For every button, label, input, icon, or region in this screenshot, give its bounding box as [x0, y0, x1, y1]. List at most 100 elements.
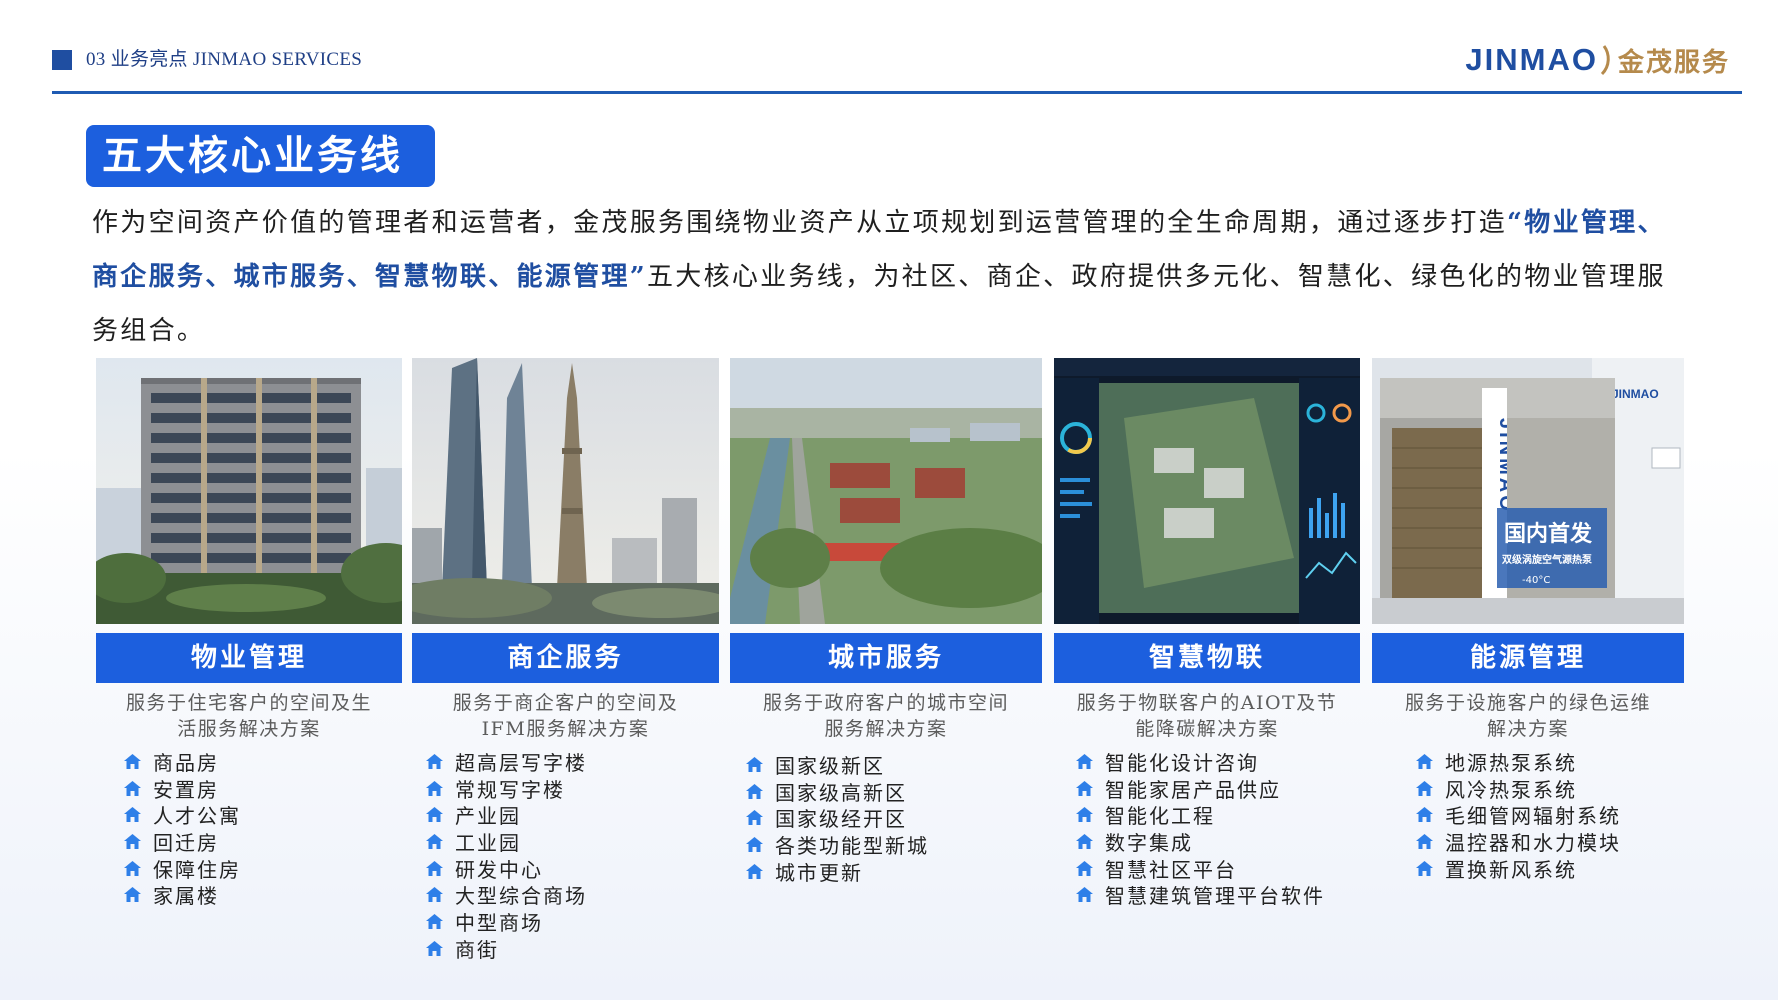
house-icon [426, 887, 443, 903]
desc-line: 服务于商企客户的空间及 [452, 692, 679, 714]
list-item: 城市更新 [746, 858, 929, 885]
list-item-label: 工业园 [455, 830, 521, 855]
house-icon [426, 753, 443, 769]
list-item: 置换新风系统 [1416, 855, 1621, 882]
list-item-label: 保障住房 [153, 857, 241, 882]
list-item: 地源热泵系统 [1416, 748, 1621, 775]
list-item: 商街 [426, 935, 587, 962]
list-item-label: 商街 [455, 937, 499, 962]
house-icon [746, 756, 763, 772]
card-list-iot: 智能化设计咨询 智能家居产品供应 智能化工程 数字集成 智慧社区平台 智慧建筑管… [1076, 748, 1325, 908]
house-icon [124, 860, 141, 876]
list-item-label: 人才公寓 [153, 804, 241, 829]
skyscraper-photo [412, 358, 719, 624]
list-item: 大型综合商场 [426, 881, 587, 908]
list-item-label: 毛细管网辐射系统 [1445, 804, 1621, 829]
photo-temp: -40°C [1522, 575, 1550, 586]
list-item-label: 超高层写字楼 [455, 750, 587, 775]
list-item: 智能家居产品供应 [1076, 775, 1325, 802]
list-item: 温控器和水力模块 [1416, 828, 1621, 855]
smart-dashboard-photo [1054, 358, 1360, 624]
list-item-label: 常规写字楼 [455, 777, 565, 802]
list-item-label: 风冷热泵系统 [1445, 777, 1577, 802]
card-title-commercial: 商企服务 [412, 633, 719, 683]
list-item-label: 国家级新区 [775, 753, 885, 778]
list-item-label: 商品房 [153, 750, 219, 775]
house-icon [746, 810, 763, 826]
house-icon [1076, 860, 1093, 876]
list-item: 安置房 [124, 775, 241, 802]
list-item: 常规写字楼 [426, 775, 587, 802]
list-item: 数字集成 [1076, 828, 1325, 855]
intro-paragraph: 作为空间资产价值的管理者和运营者，金茂服务围绕物业资产从立项规划到运营管理的全生… [92, 196, 1682, 358]
list-item: 家属楼 [124, 881, 241, 908]
header-square-marker [52, 50, 72, 70]
card-title-city: 城市服务 [730, 633, 1042, 683]
card-list-property: 商品房 安置房 人才公寓 回迁房 保障住房 家属楼 [124, 748, 241, 908]
desc-line: 服务于政府客户的城市空间 [762, 692, 1009, 714]
list-item-label: 国家级经开区 [775, 807, 907, 832]
house-icon [746, 863, 763, 879]
page-header: 03 业务亮点 JINMAO SERVICES JINMAO 金茂服务 [52, 42, 1742, 94]
list-item-label: 回迁房 [153, 830, 219, 855]
card-list-energy: 地源热泵系统 风冷热泵系统 毛细管网辐射系统 温控器和水力模块 置换新风系统 [1416, 748, 1621, 882]
house-icon [1416, 753, 1433, 769]
house-icon [1416, 860, 1433, 876]
house-icon [426, 833, 443, 849]
list-item-label: 大型综合商场 [455, 884, 587, 909]
header-divider [52, 91, 1742, 94]
card-desc-energy: 服务于设施客户的绿色运维 解决方案 [1372, 690, 1684, 742]
house-icon [124, 753, 141, 769]
house-icon [124, 780, 141, 796]
list-item-label: 置换新风系统 [1445, 857, 1577, 882]
desc-line: 服务于物联客户的AIOT及节 [1076, 692, 1338, 714]
card-desc-city: 服务于政府客户的城市空间 服务解决方案 [730, 690, 1042, 742]
list-item-label: 各类功能型新城 [775, 833, 929, 858]
logo-text-cn: 金茂服务 [1617, 47, 1730, 78]
house-icon [746, 836, 763, 852]
list-item: 产业园 [426, 801, 587, 828]
house-icon [124, 807, 141, 823]
list-item: 工业园 [426, 828, 587, 855]
list-item: 毛细管网辐射系统 [1416, 801, 1621, 828]
logo-text-en: JINMAO [1465, 42, 1598, 77]
card-desc-iot: 服务于物联客户的AIOT及节 能降碳解决方案 [1054, 690, 1360, 742]
desc-line: 服务于住宅客户的空间及生 [125, 692, 372, 714]
logo-swoosh-icon [1600, 45, 1610, 76]
section-label: 03 业务亮点 JINMAO SERVICES [86, 49, 363, 70]
desc-line: 能降碳解决方案 [1135, 718, 1279, 740]
list-item: 智慧社区平台 [1076, 855, 1325, 882]
house-icon [426, 780, 443, 796]
list-item-label: 国家级高新区 [775, 780, 907, 805]
list-item: 风冷热泵系统 [1416, 775, 1621, 802]
desc-line: 服务解决方案 [824, 718, 948, 740]
city-aerial-photo [730, 358, 1042, 624]
list-item-label: 安置房 [153, 777, 219, 802]
list-item: 回迁房 [124, 828, 241, 855]
card-title-iot: 智慧物联 [1054, 633, 1360, 683]
list-item: 智能化工程 [1076, 801, 1325, 828]
house-icon [426, 940, 443, 956]
list-item: 智慧建筑管理平台软件 [1076, 881, 1325, 908]
house-icon [1076, 807, 1093, 823]
intro-text-1: 作为空间资产价值的管理者和运营者，金茂服务围绕物业资产从立项规划到运营管理的全生… [92, 208, 1508, 238]
list-item: 中型商场 [426, 908, 587, 935]
house-icon [1416, 833, 1433, 849]
list-item: 人才公寓 [124, 801, 241, 828]
house-icon [124, 833, 141, 849]
list-item-label: 产业园 [455, 804, 521, 829]
photo-banner-sub: 双级涡旋空气源热泵 [1502, 553, 1593, 566]
list-item: 超高层写字楼 [426, 748, 587, 775]
list-item-label: 城市更新 [775, 860, 863, 885]
desc-line: IFM服务解决方案 [481, 718, 650, 740]
list-item-label: 智慧社区平台 [1105, 857, 1237, 882]
house-icon [1416, 807, 1433, 823]
card-list-commercial: 超高层写字楼 常规写字楼 产业园 工业园 研发中心 大型综合商场 中型商场 商街 [426, 748, 587, 962]
list-item-label: 智能家居产品供应 [1105, 777, 1281, 802]
residential-building-photo [96, 358, 402, 624]
house-icon [1076, 887, 1093, 903]
card-title-property: 物业管理 [96, 633, 402, 683]
list-item-label: 家属楼 [153, 884, 219, 909]
house-icon [426, 807, 443, 823]
desc-line: 解决方案 [1486, 718, 1569, 740]
